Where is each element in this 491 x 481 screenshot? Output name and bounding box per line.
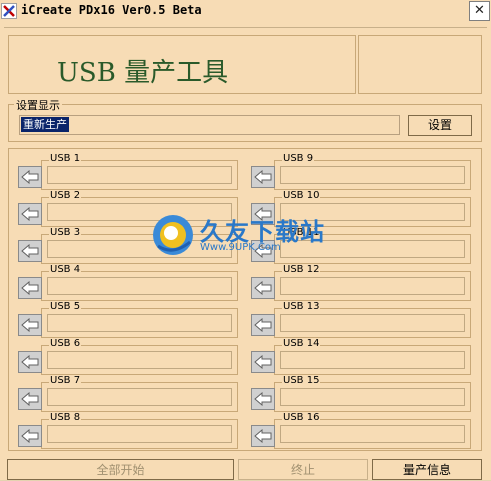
bottom-button-bar: 全部开始 终止 量产信息: [0, 459, 491, 480]
usb-port-label: USB 1: [49, 153, 82, 164]
app-icon: [1, 3, 17, 19]
usb-port-arrow-button[interactable]: [18, 351, 42, 373]
usb-port-status-field: [280, 351, 465, 369]
usb-port-status-field: [280, 388, 465, 406]
production-info-button[interactable]: 量产信息: [372, 459, 482, 480]
settings-display-field[interactable]: [19, 115, 400, 135]
usb-port-arrow-button[interactable]: [18, 166, 42, 188]
usb-port-arrow-button[interactable]: [18, 425, 42, 447]
settings-group-label: 设置显示: [14, 97, 62, 113]
arrow-left-icon: [21, 318, 39, 332]
usb-port-label: USB 7: [49, 375, 82, 386]
usb-port-arrow-button[interactable]: [251, 388, 275, 410]
usb-port-label: USB 6: [49, 338, 82, 349]
arrow-left-icon: [21, 170, 39, 184]
usb-port-status-field: [280, 314, 465, 332]
arrow-left-icon: [254, 318, 272, 332]
close-icon: ✕: [474, 3, 485, 18]
usb-port-arrow-button[interactable]: [251, 277, 275, 299]
arrow-left-icon: [21, 281, 39, 295]
usb-port-label: USB 8: [49, 412, 82, 423]
usb-port-arrow-button[interactable]: [251, 314, 275, 336]
arrow-left-icon: [21, 244, 39, 258]
app-window: iCreate PDx16 Ver0.5 Beta ✕ USB 量产工具 设置显…: [0, 0, 491, 480]
stop-button[interactable]: 终止: [238, 459, 368, 480]
arrow-left-icon: [21, 429, 39, 443]
usb-port-label: USB 5: [49, 301, 82, 312]
watermark-url: Www.9UPK.Com: [200, 242, 281, 253]
start-all-button[interactable]: 全部开始: [7, 459, 234, 480]
watermark: 久友下载站 Www.9UPK.Com: [150, 212, 324, 261]
usb-port-arrow-button[interactable]: [18, 203, 42, 225]
arrow-left-icon: [254, 429, 272, 443]
settings-display-value: 重新生产: [21, 117, 69, 132]
usb-port-label: USB 2: [49, 190, 82, 201]
usb-port-status-field: [47, 351, 232, 369]
usb-port-label: USB 13: [282, 301, 321, 312]
usb-port-arrow-button[interactable]: [18, 314, 42, 336]
usb-port-arrow-button[interactable]: [18, 277, 42, 299]
usb-port-label: USB 14: [282, 338, 321, 349]
usb-port-status-field: [47, 425, 232, 443]
usb-port-status-field: [47, 314, 232, 332]
arrow-left-icon: [254, 170, 272, 184]
usb-port-status-field: [47, 277, 232, 295]
arrow-left-icon: [21, 355, 39, 369]
watermark-logo-icon: [153, 215, 193, 255]
usb-port-status-field: [47, 388, 232, 406]
usb-port-label: USB 4: [49, 264, 82, 275]
usb-port-label: USB 15: [282, 375, 321, 386]
settings-button[interactable]: 设置: [408, 115, 472, 136]
page-title: USB 量产工具: [57, 58, 229, 88]
usb-port-label: USB 16: [282, 412, 321, 423]
usb-port-status-field: [280, 166, 465, 184]
arrow-left-icon: [21, 207, 39, 221]
usb-port-arrow-button[interactable]: [18, 388, 42, 410]
usb-port-arrow-button[interactable]: [251, 425, 275, 447]
usb-port-arrow-button[interactable]: [251, 351, 275, 373]
arrow-left-icon: [21, 392, 39, 406]
usb-port-arrow-button[interactable]: [18, 240, 42, 262]
usb-port-status-field: [280, 425, 465, 443]
usb-port-status-field: [280, 277, 465, 295]
usb-port-arrow-button[interactable]: [251, 166, 275, 188]
arrow-left-icon: [254, 281, 272, 295]
usb-port-label: USB 10: [282, 190, 321, 201]
usb-port-label: USB 12: [282, 264, 321, 275]
arrow-left-icon: [254, 355, 272, 369]
arrow-left-icon: [254, 392, 272, 406]
usb-port-label: USB 3: [49, 227, 82, 238]
window-title: iCreate PDx16 Ver0.5 Beta: [21, 3, 202, 17]
usb-port-status-field: [47, 166, 232, 184]
header-side-panel: [358, 35, 482, 94]
title-separator: [4, 27, 487, 28]
usb-port-label: USB 9: [282, 153, 315, 164]
title-bar[interactable]: iCreate PDx16 Ver0.5 Beta ✕: [0, 0, 491, 22]
close-button[interactable]: ✕: [469, 1, 490, 21]
